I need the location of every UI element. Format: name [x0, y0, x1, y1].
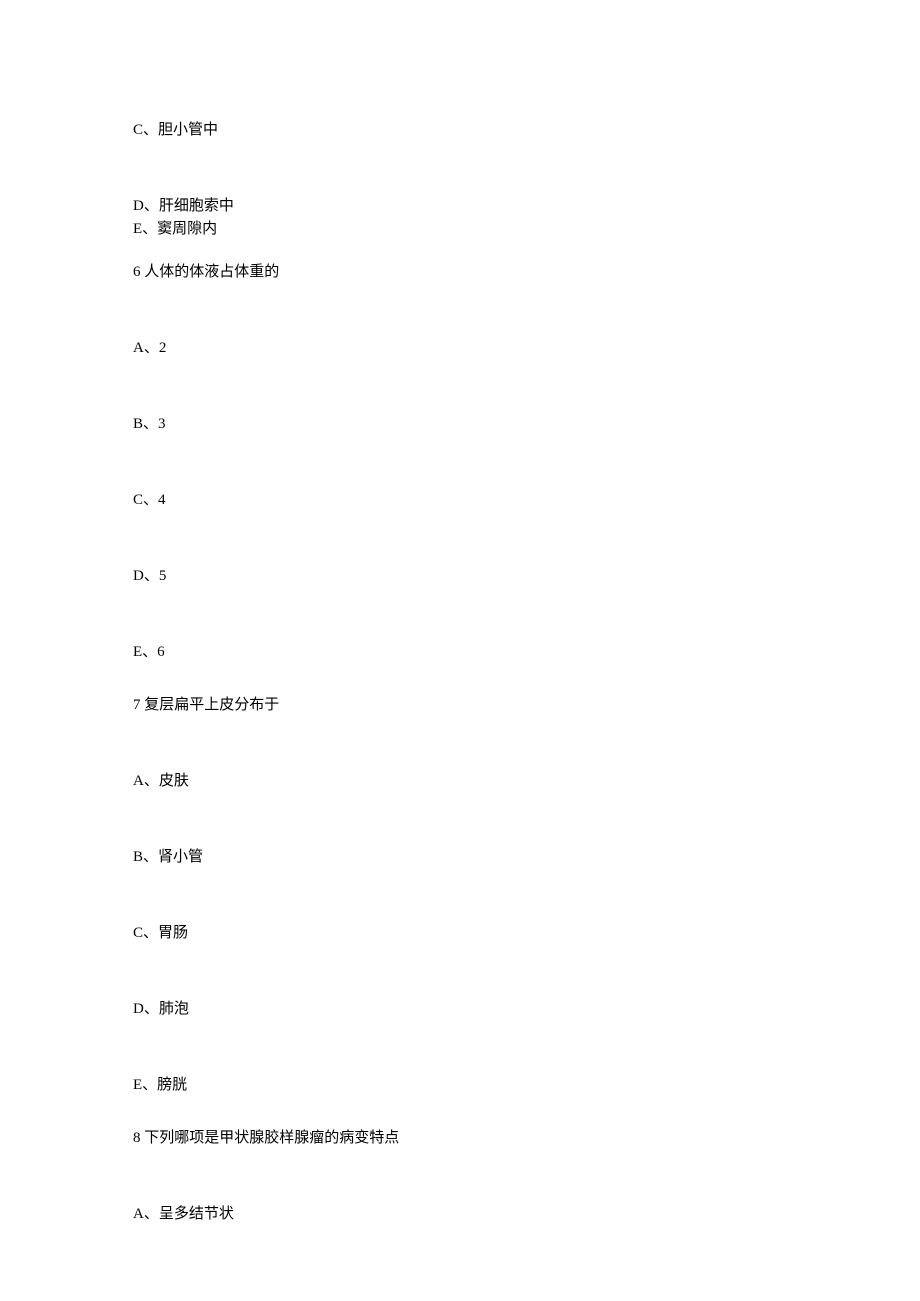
option-text: C、胃肠: [133, 923, 920, 944]
option-text: A、皮肤: [133, 771, 920, 792]
option-text: B、肾小管: [133, 847, 920, 868]
question-text: 7 复层扁平上皮分布于: [133, 695, 920, 716]
option-text: A、2: [133, 338, 920, 359]
option-text: C、胆小管中: [133, 122, 218, 138]
question-text: 6 人体的体液占体重的: [133, 262, 920, 283]
option-text: E、窦周隙内: [133, 219, 920, 240]
option-text: B、3: [133, 414, 920, 435]
question-text: 8 下列哪项是甲状腺胶样腺瘤的病变特点: [133, 1128, 920, 1149]
option-text: D、5: [133, 566, 920, 587]
option-text: E、膀胱: [133, 1075, 920, 1096]
option-group: D、肝细胞索中 E、窦周隙内: [133, 196, 920, 240]
option-text: D、肝细胞索中: [133, 196, 920, 217]
option-line: C、胆小管中: [133, 120, 920, 141]
option-text: A、呈多结节状: [133, 1204, 920, 1225]
option-text: D、肺泡: [133, 999, 920, 1020]
document-page: C、胆小管中 D、肝细胞索中 E、窦周隙内 6 人体的体液占体重的 A、2 B、…: [0, 0, 920, 1301]
option-text: E、6: [133, 642, 920, 663]
option-text: C、4: [133, 490, 920, 511]
